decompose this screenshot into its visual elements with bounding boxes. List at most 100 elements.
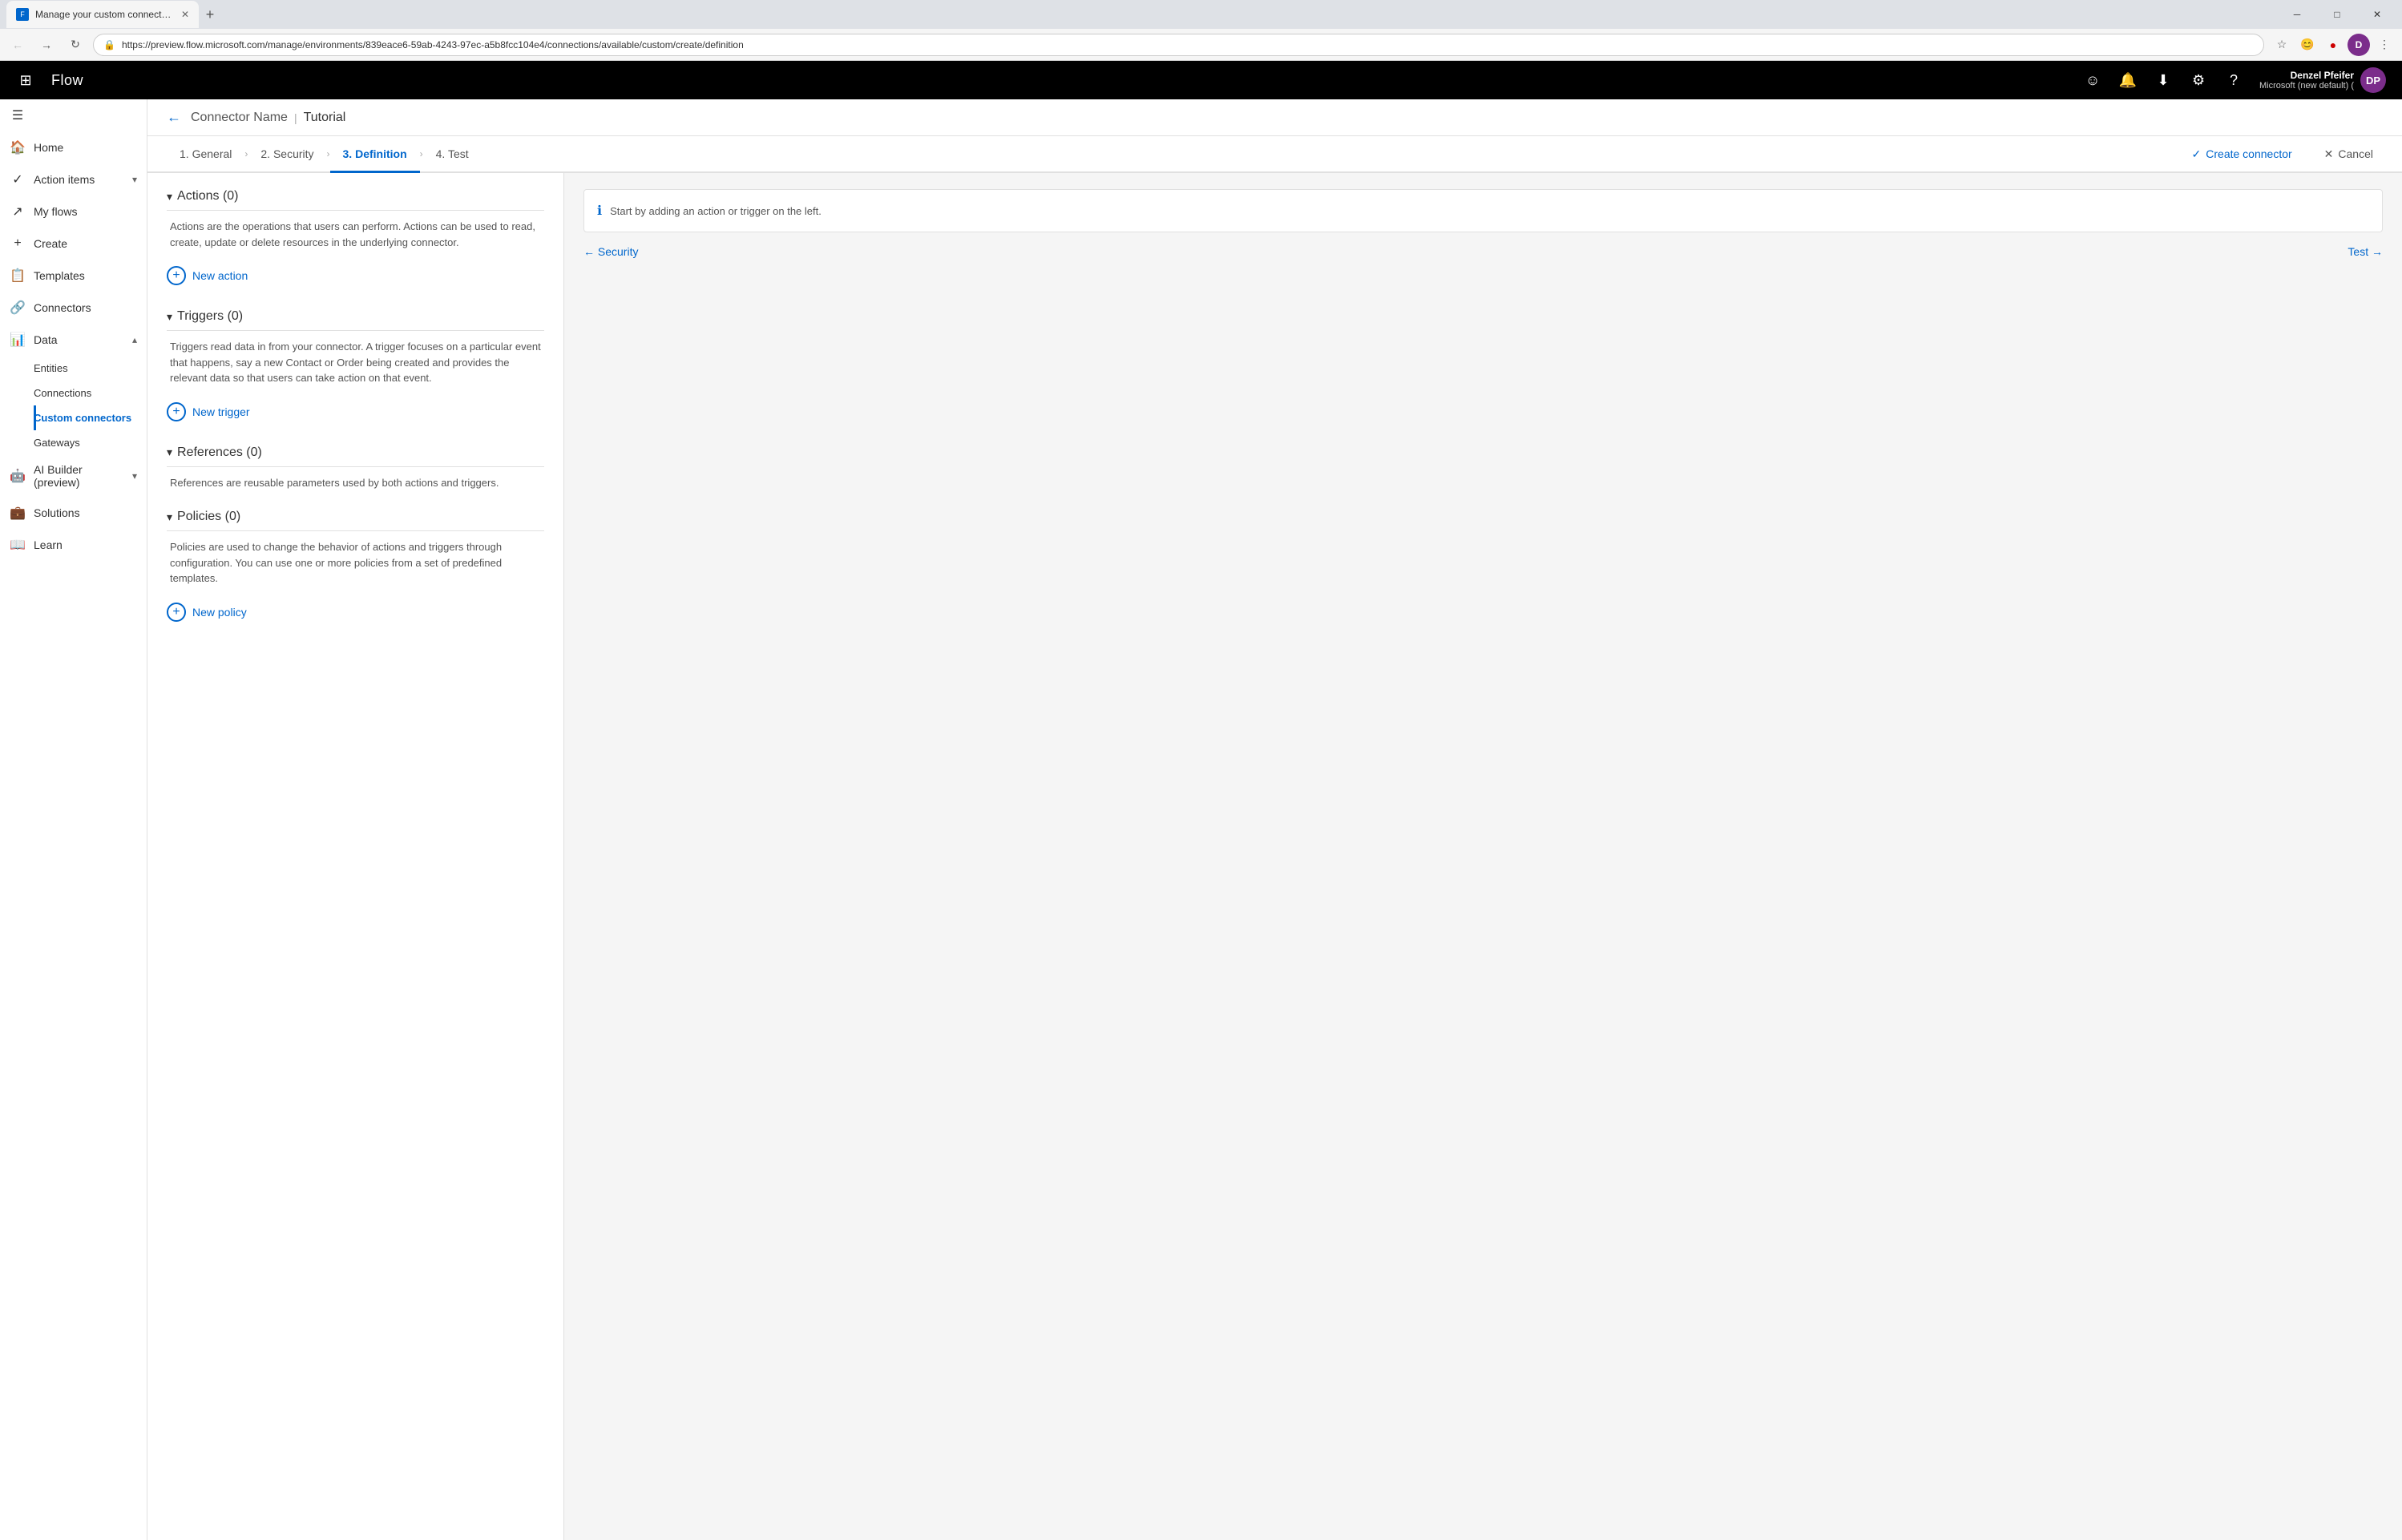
back-nav-button[interactable]: ←	[6, 34, 29, 56]
app-wrapper: ⊞ Flow ☺ 🔔 ⬇ ⚙ ? Denzel Pfeifer Microsof…	[0, 61, 2402, 1540]
settings-button[interactable]: ⚙	[2182, 64, 2214, 96]
create-connector-button[interactable]: ✓ Create connector	[2182, 143, 2302, 166]
sidebar-item-home[interactable]: 🏠 Home	[0, 131, 147, 163]
breadcrumb-connector-name[interactable]: Connector Name	[191, 111, 288, 125]
policies-section-body: Policies are used to change the behavior…	[167, 539, 544, 587]
actions-chevron-icon[interactable]: ▾	[167, 190, 172, 204]
sidebar-item-data[interactable]: 📊 Data ▴	[0, 324, 147, 356]
new-policy-button[interactable]: + New policy	[167, 598, 544, 627]
download-button[interactable]: ⬇	[2147, 64, 2179, 96]
sidebar-item-templates[interactable]: 📋 Templates	[0, 260, 147, 292]
action-items-chevron-icon: ▾	[132, 174, 137, 185]
bookmark-button[interactable]: ☆	[2271, 34, 2293, 56]
policies-chevron-icon[interactable]: ▾	[167, 510, 172, 524]
templates-icon: 📋	[10, 268, 26, 284]
tab-general[interactable]: 1. General	[167, 136, 244, 171]
maximize-button[interactable]: □	[2319, 2, 2356, 27]
policies-section: ▾ Policies (0) Policies are used to chan…	[167, 510, 544, 627]
tab-favicon: F	[16, 8, 29, 21]
notifications-button[interactable]: 🔔	[2112, 64, 2144, 96]
emoji-button[interactable]: ☺	[2077, 64, 2109, 96]
sidebar-item-gateways[interactable]: Gateways	[34, 430, 147, 455]
create-connector-label: Create connector	[2206, 147, 2291, 160]
sidebar-item-custom-connectors[interactable]: Custom connectors	[34, 405, 147, 430]
triggers-chevron-icon[interactable]: ▾	[167, 310, 172, 324]
forward-nav-button[interactable]: →	[35, 34, 58, 56]
triggers-section: ▾ Triggers (0) Triggers read data in fro…	[167, 309, 544, 426]
tab-close-icon[interactable]: ✕	[181, 9, 189, 20]
sidebar-item-create[interactable]: + Create	[0, 228, 147, 260]
menu-icon: ☰	[10, 107, 26, 123]
actions-section: ▾ Actions (0) Actions are the operations…	[167, 189, 544, 290]
plus-icon: +	[167, 266, 186, 285]
sidebar-label-data: Data	[34, 333, 124, 346]
close-button[interactable]: ✕	[2359, 2, 2396, 27]
new-policy-label: New policy	[192, 606, 247, 619]
data-chevron-icon: ▴	[132, 334, 137, 345]
new-tab-button[interactable]: +	[199, 3, 221, 26]
app-brand: Flow	[51, 72, 83, 89]
references-chevron-icon[interactable]: ▾	[167, 445, 172, 459]
data-icon: 📊	[10, 332, 26, 348]
breadcrumb-separator: |	[294, 111, 297, 124]
tab-general-label: 1. General	[180, 147, 232, 160]
new-trigger-button[interactable]: + New trigger	[167, 397, 544, 426]
ai-builder-icon: 🤖	[10, 468, 26, 484]
browser-tab[interactable]: F Manage your custom connectors ✕	[6, 1, 199, 28]
tab-test[interactable]: 4. Test	[423, 136, 482, 171]
policies-section-title: Policies (0)	[177, 510, 240, 524]
triggers-section-body: Triggers read data in from your connecto…	[167, 339, 544, 386]
sidebar-label-templates: Templates	[34, 269, 137, 282]
main-area: ☰ 🏠 Home ✓ Action items ▾ ↗ My flows +	[0, 99, 2402, 1540]
content-header: ← Connector Name | Tutorial	[147, 99, 2402, 136]
url-bar[interactable]: 🔒 https://preview.flow.microsoft.com/man…	[93, 34, 2264, 56]
tab-security[interactable]: 2. Security	[248, 136, 326, 171]
profile-avatar-button[interactable]: D	[2348, 34, 2370, 56]
cancel-label: Cancel	[2338, 147, 2373, 160]
connectors-icon: 🔗	[10, 300, 26, 316]
right-panel: ℹ Start by adding an action or trigger o…	[564, 173, 2402, 1540]
sidebar: ☰ 🏠 Home ✓ Action items ▾ ↗ My flows +	[0, 99, 147, 1540]
new-action-button[interactable]: + New action	[167, 261, 544, 290]
sidebar-label-my-flows: My flows	[34, 205, 137, 218]
browser-actions: ☆ 😊 ● D ⋮	[2271, 34, 2396, 56]
user-info[interactable]: Denzel Pfeifer Microsoft (new default) (…	[2253, 64, 2392, 96]
app-bar: ⊞ Flow ☺ 🔔 ⬇ ⚙ ? Denzel Pfeifer Microsof…	[0, 61, 2402, 99]
url-text: https://preview.flow.microsoft.com/manag…	[122, 39, 2254, 50]
extension2-button[interactable]: ●	[2322, 34, 2344, 56]
waffle-icon[interactable]: ⊞	[10, 64, 42, 96]
security-nav-button[interactable]: ← Security	[583, 245, 638, 258]
solutions-icon: 💼	[10, 505, 26, 521]
sidebar-label-create: Create	[34, 237, 137, 250]
minimize-button[interactable]: ─	[2279, 2, 2315, 27]
test-nav-button[interactable]: Test →	[2348, 245, 2383, 258]
tab-definition-label: 3. Definition	[343, 147, 407, 160]
sidebar-item-connections[interactable]: Connections	[34, 381, 147, 405]
browser-chrome: F Manage your custom connectors ✕ + ─ □ …	[0, 0, 2402, 29]
address-bar: ← → ↻ 🔒 https://preview.flow.microsoft.c…	[0, 29, 2402, 61]
sidebar-item-solutions[interactable]: 💼 Solutions	[0, 497, 147, 529]
actions-section-title: Actions (0)	[177, 189, 238, 204]
references-section-title: References (0)	[177, 445, 262, 460]
sidebar-item-entities[interactable]: Entities	[34, 356, 147, 381]
sidebar-item-action-items[interactable]: ✓ Action items ▾	[0, 163, 147, 196]
refresh-button[interactable]: ↻	[64, 34, 87, 56]
sidebar-item-learn[interactable]: 📖 Learn	[0, 529, 147, 561]
cancel-button[interactable]: ✕ Cancel	[2315, 143, 2383, 166]
references-section-body: References are reusable parameters used …	[167, 475, 544, 491]
sidebar-item-my-flows[interactable]: ↗ My flows	[0, 196, 147, 228]
tab-definition[interactable]: 3. Definition	[330, 136, 420, 171]
home-icon: 🏠	[10, 139, 26, 155]
extension1-button[interactable]: 😊	[2296, 34, 2319, 56]
info-message: Start by adding an action or trigger on …	[610, 205, 822, 217]
sidebar-collapse-button[interactable]: ☰	[0, 99, 147, 131]
sidebar-item-connectors[interactable]: 🔗 Connectors	[0, 292, 147, 324]
help-button[interactable]: ?	[2218, 64, 2250, 96]
back-button[interactable]: ←	[167, 109, 181, 126]
policy-plus-icon: +	[167, 603, 186, 622]
sidebar-label-solutions: Solutions	[34, 506, 137, 519]
breadcrumb-tutorial: Tutorial	[304, 111, 346, 125]
sidebar-item-ai-builder[interactable]: 🤖 AI Builder (preview) ▾	[0, 455, 147, 497]
policies-section-header: ▾ Policies (0)	[167, 510, 544, 531]
more-button[interactable]: ⋮	[2373, 34, 2396, 56]
